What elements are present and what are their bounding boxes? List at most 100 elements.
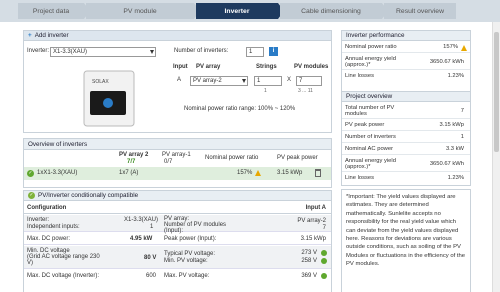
overview-value: 1: [460, 134, 464, 140]
times-sign: X: [287, 77, 292, 83]
compat-value: 7: [322, 225, 326, 231]
perf-key: Line losses: [345, 73, 375, 79]
panel-title: Add inverter: [34, 32, 69, 39]
panel-title: Inverter performance: [342, 31, 470, 41]
perf-value: 157%: [443, 44, 458, 50]
perf-row: Annual energy yield (approx.)* 3650.67 k…: [342, 54, 470, 70]
pv-array-value: PV array-2: [193, 78, 222, 84]
compat-row: Max. DC voltage (Inverter): 600 Max. PV …: [24, 270, 331, 282]
col-array2-header: PV array 2: [119, 152, 149, 158]
logo-text: SOLAX: [92, 79, 109, 85]
col-array1-count: 0/7: [164, 159, 173, 165]
info-icon[interactable]: i: [269, 47, 278, 56]
step-pv-module[interactable]: PV module: [86, 3, 200, 19]
strings-range: 1: [264, 88, 267, 94]
warning-icon: [255, 170, 261, 176]
compat-panel: ✓ PV/Inverter conditionally compatible Co…: [23, 190, 332, 292]
compat-row: Inverter: Independent inputs: X1-3.3(XAU…: [24, 215, 331, 234]
warning-icon: [461, 45, 467, 51]
overview-key: Line losses: [345, 175, 375, 181]
check-icon: ✓: [28, 192, 35, 199]
scrollbar-thumb[interactable]: [494, 32, 499, 152]
compat-key: Peak power (Input):: [164, 236, 217, 242]
compat-key: V): [27, 260, 33, 266]
overview-value: 1.23%: [447, 175, 464, 181]
overview-row: Number of inverters 1: [342, 132, 470, 143]
row-name: 1xX1-3.3(XAU): [37, 170, 78, 176]
perf-row: Nominal power ratio 157%: [342, 42, 470, 53]
note-box: *Important: The yield values displayed a…: [341, 189, 471, 292]
overview-row: Total number of PV modules 7: [342, 103, 470, 119]
inverter-performance-panel: Inverter performance Nominal power ratio…: [341, 30, 471, 92]
modules-range: 3 ... 11: [298, 88, 313, 94]
step-label: Inverter: [224, 7, 250, 15]
compat-row: Max. DC power: 4.95 kW Peak power (Input…: [24, 233, 331, 245]
inverter-label: Inverter:: [27, 48, 50, 54]
overview-key: modules: [345, 111, 367, 117]
overview-value: 3650.67 kWh: [429, 161, 464, 167]
expand-icon[interactable]: +: [28, 32, 32, 39]
overview-key: PV peak power: [345, 122, 385, 128]
overview-row: PV peak power 3.15 kWp: [342, 120, 470, 131]
compat-value: 3.15 kWp: [300, 236, 326, 242]
table-row[interactable]: ✓ 1xX1-3.3(XAU) 1x7 (A) 157% 3.15 kWp: [24, 167, 331, 180]
compat-key: Max. DC voltage (Inverter):: [27, 273, 100, 279]
pv-array-header: PV array: [196, 64, 221, 70]
num-inverters-label: Number of inverters:: [174, 48, 229, 54]
add-inverter-panel: + Add inverter Inverter: X1-3.3(XAU) Numb…: [23, 30, 332, 133]
perf-key: Nominal power ratio: [345, 44, 397, 50]
inverter-value: X1-3.3(XAU): [53, 49, 88, 55]
modules-input[interactable]: 7: [296, 76, 322, 86]
scrollbar[interactable]: [492, 22, 500, 292]
note-text: *Important: The yield values displayed a…: [346, 194, 466, 268]
compat-key: Independent inputs:: [27, 224, 80, 230]
config-label: Configuration: [27, 205, 67, 211]
ok-icon: [321, 273, 327, 279]
inverter-image: SOLAX: [83, 70, 135, 127]
overview-row: Line losses 1.23%: [342, 173, 470, 184]
compat-value: 600: [146, 273, 157, 279]
compat-header-row: Configuration Input A: [24, 202, 331, 214]
step-label: PV module: [123, 7, 157, 15]
strings-input[interactable]: 1: [254, 76, 282, 86]
compat-row: Min. DC voltage (Grid AC voltage range 2…: [24, 246, 331, 269]
row-ratio: 157%: [237, 170, 253, 176]
compat-key: Min. PV voltage:: [164, 258, 208, 264]
step-project-data[interactable]: Project data: [18, 3, 90, 19]
input-a-label: Input A: [305, 205, 326, 211]
overview-key: (approx.)*: [345, 164, 371, 170]
perf-row: Line losses 1.23%: [342, 71, 470, 82]
trash-icon[interactable]: [315, 169, 321, 177]
wizard-steps: Project data PV module Inverter Cable di…: [0, 0, 500, 22]
col-array2-count: 7/7: [127, 159, 136, 165]
compat-value: 273 V: [301, 250, 317, 256]
compat-value: 1: [150, 224, 154, 230]
step-cable-dimensioning[interactable]: Cable dimensioning: [280, 3, 388, 19]
compat-value: 4.95 kW: [130, 236, 153, 242]
panel-header: ✓ PV/Inverter conditionally compatible: [24, 191, 331, 201]
overview-value: 7: [460, 108, 464, 114]
step-inverter[interactable]: Inverter: [196, 3, 284, 19]
panel-header: + Add inverter: [24, 31, 331, 41]
overview-panel: Overview of inverters PV array 2 7/7 PV …: [23, 138, 332, 188]
project-overview-panel: Project overview Total number of PV modu…: [341, 92, 471, 186]
pv-array-select[interactable]: PV array-2: [190, 76, 248, 86]
step-label: Cable dimensioning: [301, 7, 361, 15]
overview-key: Number of inverters: [345, 134, 396, 140]
perf-key: (approx.)*: [345, 62, 371, 68]
inverter-select[interactable]: X1-3.3(XAU): [50, 47, 156, 57]
step-label: Project data: [32, 7, 70, 15]
num-inverters-input[interactable]: 1: [246, 47, 264, 57]
compat-value: 258 V: [301, 258, 317, 264]
overview-key: Nominal AC power: [345, 146, 394, 152]
overview-row: Nominal AC power 3.3 kW: [342, 144, 470, 155]
step-result-overview[interactable]: Result overview: [384, 3, 456, 19]
check-icon: ✓: [27, 170, 34, 177]
overview-value: 3.3 kW: [445, 146, 464, 152]
input-letter: A: [177, 77, 182, 83]
row-peak: 3.15 kWp: [277, 170, 303, 176]
chevron-down-icon: [242, 79, 246, 83]
compat-key: Max. DC power:: [27, 236, 71, 242]
panel-title: Overview of inverters: [24, 139, 331, 150]
compat-key: Typical PV voltage:: [164, 251, 216, 257]
